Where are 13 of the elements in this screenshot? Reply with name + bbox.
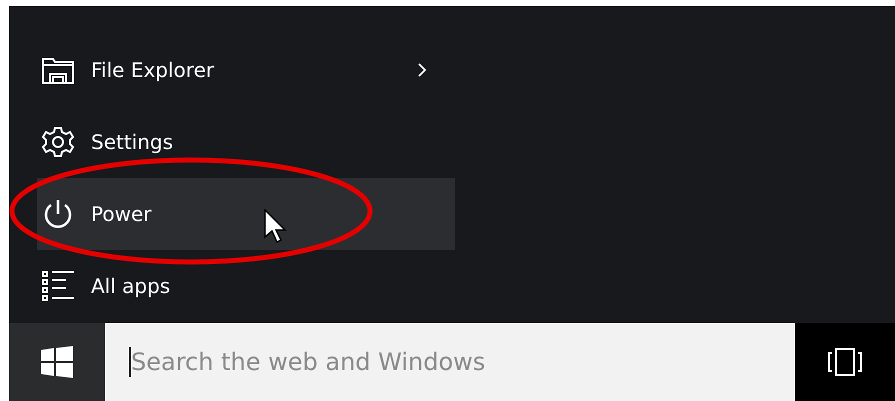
menu-item[interactable]: File Explorer xyxy=(37,34,455,106)
menu-item[interactable]: All apps xyxy=(37,250,455,322)
search-field[interactable]: Search the web and Windows xyxy=(105,323,795,401)
task-view-icon xyxy=(827,347,863,377)
menu-item[interactable]: Power xyxy=(37,178,455,250)
list-icon xyxy=(41,269,75,303)
task-view-button[interactable] xyxy=(795,323,895,401)
folder-icon xyxy=(41,55,75,85)
cursor-icon xyxy=(264,209,288,245)
windows-icon xyxy=(41,346,73,378)
start-button[interactable] xyxy=(9,323,105,401)
settings-icon xyxy=(41,125,75,159)
menu-item[interactable]: Settings xyxy=(37,106,455,178)
